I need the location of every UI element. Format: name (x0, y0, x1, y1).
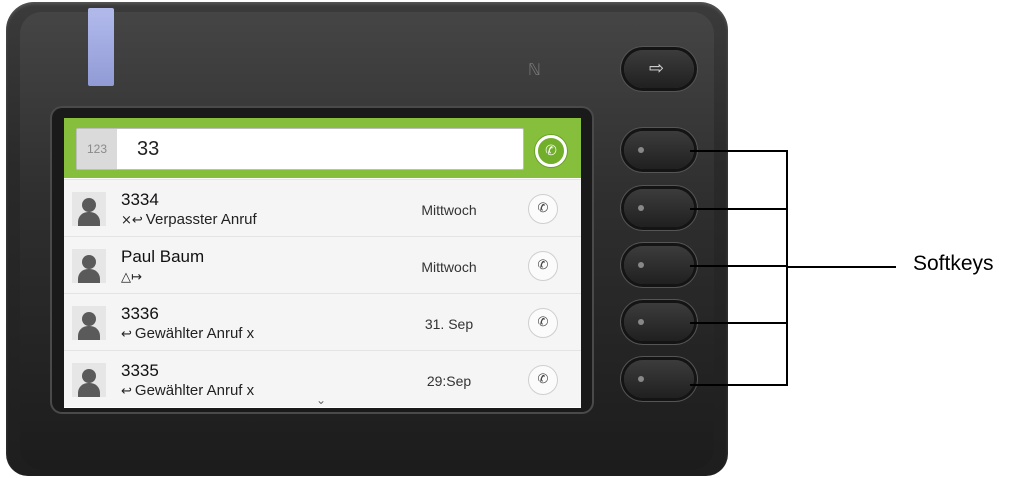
call-forward-icon: △↦ (121, 270, 142, 285)
dial-value: 33 (137, 138, 160, 160)
display-screen: 123 33 ✆ 3334 ×↩ Verpasster Anruf Mittwoc… (64, 118, 581, 408)
softkey-led (638, 319, 644, 325)
entry-type-label: Gewählter Anruf x (134, 382, 255, 399)
entry-date: Mittwoch (421, 202, 477, 218)
dial-bar: 123 33 ✆ (64, 118, 581, 178)
entry-type: ×↩ Verpasster Anruf (121, 211, 257, 228)
entry-name: 3334 (121, 190, 159, 209)
callout-line (690, 322, 787, 324)
avatar (72, 363, 106, 397)
entry-type: ↩ Gewählter Anruf x (121, 325, 254, 342)
avatar (72, 192, 106, 226)
phone-icon[interactable]: ✆ (528, 251, 558, 281)
callout-pointer (786, 266, 896, 268)
exit-button[interactable]: ⇨ (624, 50, 694, 88)
entry-date: Mittwoch (421, 259, 477, 275)
entry-name: 3336 (121, 304, 159, 323)
entry-date: 29:Sep (426, 373, 472, 389)
phone-icon[interactable]: ✆ (535, 135, 567, 167)
chevron-down-icon[interactable]: ⌄ (316, 393, 326, 407)
missed-call-icon: ×↩ (121, 213, 143, 228)
entry-type-label: Verpasster Anruf (145, 211, 257, 228)
softkey-button-3[interactable] (624, 246, 694, 284)
entry-type: △↦ (121, 268, 145, 285)
callout-bracket (786, 150, 788, 386)
softkey-button-1[interactable] (624, 131, 694, 169)
phone-icon[interactable]: ✆ (528, 308, 558, 338)
callout-line (690, 265, 787, 267)
list-item[interactable]: 3334 ×↩ Verpasster Anruf Mittwoch ✆ (64, 179, 581, 236)
softkey-button-5[interactable] (624, 360, 694, 398)
entry-type-label: Gewählter Anruf x (134, 325, 255, 342)
softkey-led (638, 262, 644, 268)
softkey-led (638, 376, 644, 382)
exit-icon: ⇨ (649, 58, 665, 79)
list-item[interactable]: 3336 ↩ Gewählter Anruf x 31. Sep ✆ (64, 293, 581, 350)
callout-line (690, 384, 787, 386)
entry-type: ↩ Gewählter Anruf x (121, 382, 254, 399)
list-item[interactable]: Paul Baum △↦ Mittwoch ✆ (64, 236, 581, 293)
input-mode-indicator: 123 (77, 129, 117, 169)
avatar (72, 249, 106, 283)
avatar (72, 306, 106, 340)
softkey-button-2[interactable] (624, 189, 694, 227)
dialed-call-icon: ↩ (121, 384, 132, 399)
nfc-icon: ℕ (528, 60, 541, 79)
softkey-led (638, 205, 644, 211)
entry-date: 31. Sep (424, 316, 474, 332)
entry-name: Paul Baum (121, 247, 205, 266)
phone-icon[interactable]: ✆ (528, 194, 558, 224)
callout-line (690, 208, 787, 210)
softkeys-label: Softkeys (913, 252, 994, 275)
status-led (88, 8, 114, 86)
softkey-button-4[interactable] (624, 303, 694, 341)
dial-input[interactable]: 123 33 (76, 128, 524, 170)
softkey-led (638, 147, 644, 153)
callout-line (690, 150, 787, 152)
entry-name: 3335 (121, 361, 159, 380)
dialed-call-icon: ↩ (121, 327, 132, 342)
phone-icon[interactable]: ✆ (528, 365, 558, 395)
